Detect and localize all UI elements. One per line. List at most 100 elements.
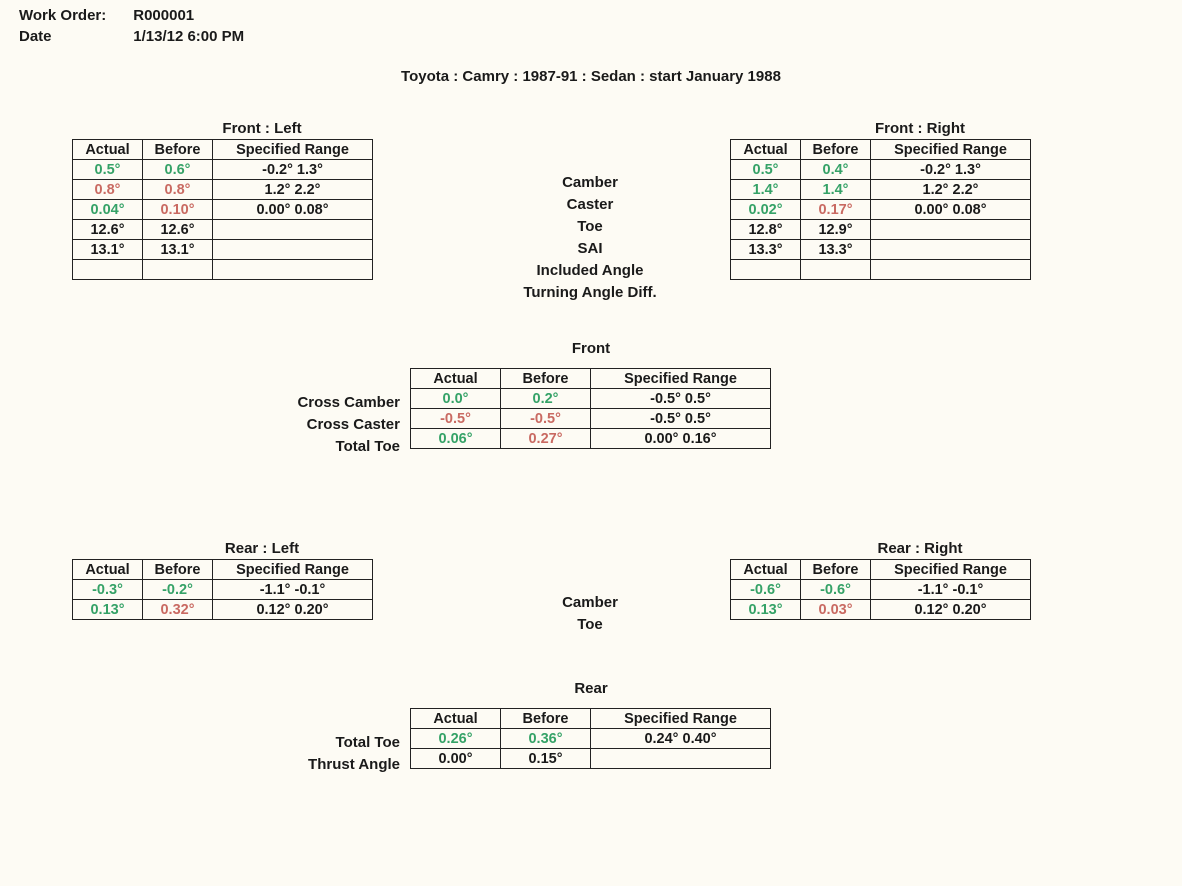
table-row: 13.3°13.3° bbox=[731, 240, 1031, 260]
cell-actual: 0.26° bbox=[411, 729, 501, 749]
vehicle-description: Toyota : Camry : 1987-91 : Sedan : start… bbox=[0, 68, 1182, 85]
cell-before: 0.17° bbox=[801, 200, 871, 220]
cell-range bbox=[213, 260, 373, 280]
rear-left-block: Rear : Left Actual Before Specified Rang… bbox=[72, 540, 452, 620]
front-cross-table: Actual Before Specified Range 0.0°0.2°-0… bbox=[410, 368, 771, 449]
rear-left-table: Actual Before Specified Range -0.3°-0.2°… bbox=[72, 559, 373, 620]
cell-actual bbox=[731, 260, 801, 280]
rear-right-title: Rear : Right bbox=[730, 540, 1110, 557]
cell-actual: 12.8° bbox=[731, 220, 801, 240]
cell-before: 0.36° bbox=[501, 729, 591, 749]
col-actual: Actual bbox=[73, 560, 143, 580]
rear-cross-labels: Total ToeThrust Angle bbox=[180, 732, 400, 776]
work-order-value: R000001 bbox=[132, 6, 268, 25]
col-actual: Actual bbox=[731, 140, 801, 160]
table-row: 0.8°0.8°1.2° 2.2° bbox=[73, 180, 373, 200]
cell-before: 1.4° bbox=[801, 180, 871, 200]
cell-before: 0.15° bbox=[501, 749, 591, 769]
rear-row-labels: CamberToe bbox=[480, 592, 700, 636]
cell-range: 0.12° 0.20° bbox=[213, 600, 373, 620]
cell-actual: -0.3° bbox=[73, 580, 143, 600]
col-range: Specified Range bbox=[213, 140, 373, 160]
cell-actual: 0.5° bbox=[73, 160, 143, 180]
cell-actual: 0.00° bbox=[411, 749, 501, 769]
cell-actual: 0.02° bbox=[731, 200, 801, 220]
cell-before: 0.32° bbox=[143, 600, 213, 620]
cell-before: 12.9° bbox=[801, 220, 871, 240]
row-label: Toe bbox=[480, 614, 700, 636]
front-left-block: Front : Left Actual Before Specified Ran… bbox=[72, 120, 452, 280]
cell-before: 13.1° bbox=[143, 240, 213, 260]
front-center-title: Front bbox=[0, 340, 1182, 357]
cell-actual: 0.13° bbox=[731, 600, 801, 620]
col-before: Before bbox=[143, 140, 213, 160]
rear-cross-block: Actual Before Specified Range 0.26°0.36°… bbox=[410, 708, 771, 769]
cell-actual: 13.3° bbox=[731, 240, 801, 260]
table-row: 12.8°12.9° bbox=[731, 220, 1031, 240]
cell-range: -1.1° -0.1° bbox=[213, 580, 373, 600]
cell-actual bbox=[73, 260, 143, 280]
row-label: Cross Camber bbox=[180, 392, 400, 414]
table-row: 1.4°1.4°1.2° 2.2° bbox=[731, 180, 1031, 200]
cell-before: -0.5° bbox=[501, 409, 591, 429]
front-row-labels: CamberCasterToeSAIIncluded AngleTurning … bbox=[480, 172, 700, 304]
cell-range bbox=[871, 240, 1031, 260]
cell-before: 13.3° bbox=[801, 240, 871, 260]
col-before: Before bbox=[143, 560, 213, 580]
table-row: 0.02°0.17°0.00° 0.08° bbox=[731, 200, 1031, 220]
row-label: Camber bbox=[480, 592, 700, 614]
row-label: Turning Angle Diff. bbox=[480, 282, 700, 304]
cell-before bbox=[801, 260, 871, 280]
table-row: -0.3°-0.2°-1.1° -0.1° bbox=[73, 580, 373, 600]
cell-before: 0.03° bbox=[801, 600, 871, 620]
cell-actual: 1.4° bbox=[731, 180, 801, 200]
front-left-title: Front : Left bbox=[72, 120, 452, 137]
col-actual: Actual bbox=[411, 709, 501, 729]
table-row: -0.6°-0.6°-1.1° -0.1° bbox=[731, 580, 1031, 600]
col-range: Specified Range bbox=[213, 560, 373, 580]
date-label: Date bbox=[18, 27, 130, 46]
cell-actual: 0.0° bbox=[411, 389, 501, 409]
col-range: Specified Range bbox=[871, 140, 1031, 160]
table-row: 0.5°0.6°-0.2° 1.3° bbox=[73, 160, 373, 180]
cell-actual: 13.1° bbox=[73, 240, 143, 260]
cell-before: 0.4° bbox=[801, 160, 871, 180]
table-row bbox=[73, 260, 373, 280]
cell-range: -1.1° -0.1° bbox=[871, 580, 1031, 600]
cell-range: 1.2° 2.2° bbox=[213, 180, 373, 200]
cell-before: -0.6° bbox=[801, 580, 871, 600]
date-value: 1/13/12 6:00 PM bbox=[132, 27, 268, 46]
table-row: 0.00°0.15° bbox=[411, 749, 771, 769]
col-actual: Actual bbox=[411, 369, 501, 389]
alignment-report: Work Order: R000001 Date 1/13/12 6:00 PM… bbox=[0, 0, 1182, 886]
table-row: -0.5°-0.5°-0.5° 0.5° bbox=[411, 409, 771, 429]
col-before: Before bbox=[801, 560, 871, 580]
cell-range: 0.00° 0.16° bbox=[591, 429, 771, 449]
cell-before: 0.27° bbox=[501, 429, 591, 449]
col-before: Before bbox=[501, 369, 591, 389]
row-label: Total Toe bbox=[180, 732, 400, 754]
cell-actual: -0.6° bbox=[731, 580, 801, 600]
cell-range bbox=[213, 240, 373, 260]
cell-actual: 0.13° bbox=[73, 600, 143, 620]
table-row: 0.04°0.10°0.00° 0.08° bbox=[73, 200, 373, 220]
cell-actual: 0.8° bbox=[73, 180, 143, 200]
table-row: 0.5°0.4°-0.2° 1.3° bbox=[731, 160, 1031, 180]
cell-before: 0.6° bbox=[143, 160, 213, 180]
col-before: Before bbox=[801, 140, 871, 160]
front-cross-labels: Cross CamberCross CasterTotal Toe bbox=[180, 392, 400, 458]
rear-right-table: Actual Before Specified Range -0.6°-0.6°… bbox=[730, 559, 1031, 620]
cell-range bbox=[871, 220, 1031, 240]
cell-actual: -0.5° bbox=[411, 409, 501, 429]
table-row: 0.13°0.03°0.12° 0.20° bbox=[731, 600, 1031, 620]
front-cross-block: Actual Before Specified Range 0.0°0.2°-0… bbox=[410, 368, 771, 449]
cell-before: 0.8° bbox=[143, 180, 213, 200]
cell-range: 1.2° 2.2° bbox=[871, 180, 1031, 200]
row-label: Camber bbox=[480, 172, 700, 194]
row-label: SAI bbox=[480, 238, 700, 260]
cell-range bbox=[871, 260, 1031, 280]
cell-range: -0.5° 0.5° bbox=[591, 389, 771, 409]
cell-range bbox=[213, 220, 373, 240]
table-row: 13.1°13.1° bbox=[73, 240, 373, 260]
table-row bbox=[731, 260, 1031, 280]
